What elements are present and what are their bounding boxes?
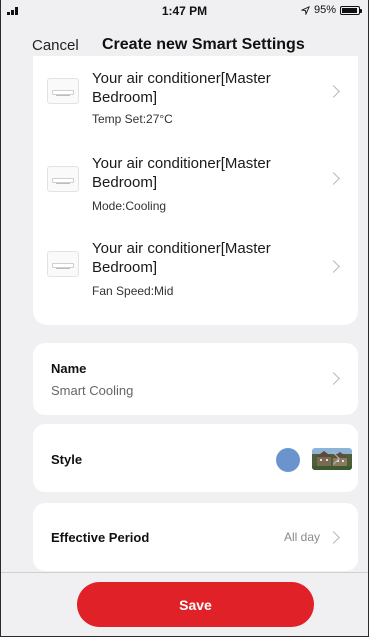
style-color-swatch[interactable] (276, 448, 300, 472)
action-title: Your air conditioner[Master Bedroom] (92, 155, 271, 191)
cancel-button[interactable]: Cancel (32, 37, 79, 54)
chevron-right-icon (327, 85, 340, 98)
status-bar: 1:47 PM 95% (1, 0, 368, 22)
battery-icon (340, 5, 362, 15)
action-item-fan[interactable]: Your air conditioner[Master Bedroom] Fan… (33, 236, 358, 316)
page-title: Create new Smart Settings (102, 36, 305, 53)
divider (1, 572, 368, 573)
name-row[interactable]: Name Smart Cooling (33, 343, 358, 415)
effective-period-row[interactable]: Effective Period All day (33, 503, 358, 571)
style-row[interactable]: Style (33, 424, 358, 492)
action-detail: Temp Set:27°C (92, 112, 173, 126)
effective-period-label: Effective Period (51, 530, 150, 545)
action-item-temp[interactable]: Your air conditioner[Master Bedroom] Tem… (33, 66, 358, 146)
battery-fill (342, 7, 358, 13)
chevron-right-icon (327, 372, 340, 385)
chevron-right-icon (327, 531, 340, 544)
battery-percent: 95% (313, 4, 336, 16)
air-conditioner-icon (47, 166, 79, 192)
effective-period-value: All day (283, 530, 320, 544)
action-title: Your air conditioner[Master Bedroom] (92, 70, 271, 106)
name-label: Name (51, 361, 87, 376)
name-value: Smart Cooling (51, 383, 134, 398)
action-detail: Fan Speed:Mid (92, 284, 174, 298)
air-conditioner-icon (47, 78, 79, 104)
save-button[interactable]: Save (77, 582, 314, 627)
action-title: Your air conditioner[Master Bedroom] (92, 240, 271, 276)
chevron-right-icon (327, 172, 340, 185)
air-conditioner-icon (47, 251, 79, 277)
app-screen: 1:47 PM 95% Cancel Create new Smart Sett… (0, 0, 369, 637)
style-label: Style (51, 452, 83, 467)
battery-status: 95% (300, 4, 362, 16)
action-detail: Mode:Cooling (92, 199, 167, 213)
actions-card: Your air conditioner[Master Bedroom] Tem… (33, 56, 358, 325)
location-arrow-icon (300, 5, 310, 15)
chevron-right-icon (327, 260, 340, 273)
action-item-mode[interactable]: Your air conditioner[Master Bedroom] Mod… (33, 154, 358, 234)
